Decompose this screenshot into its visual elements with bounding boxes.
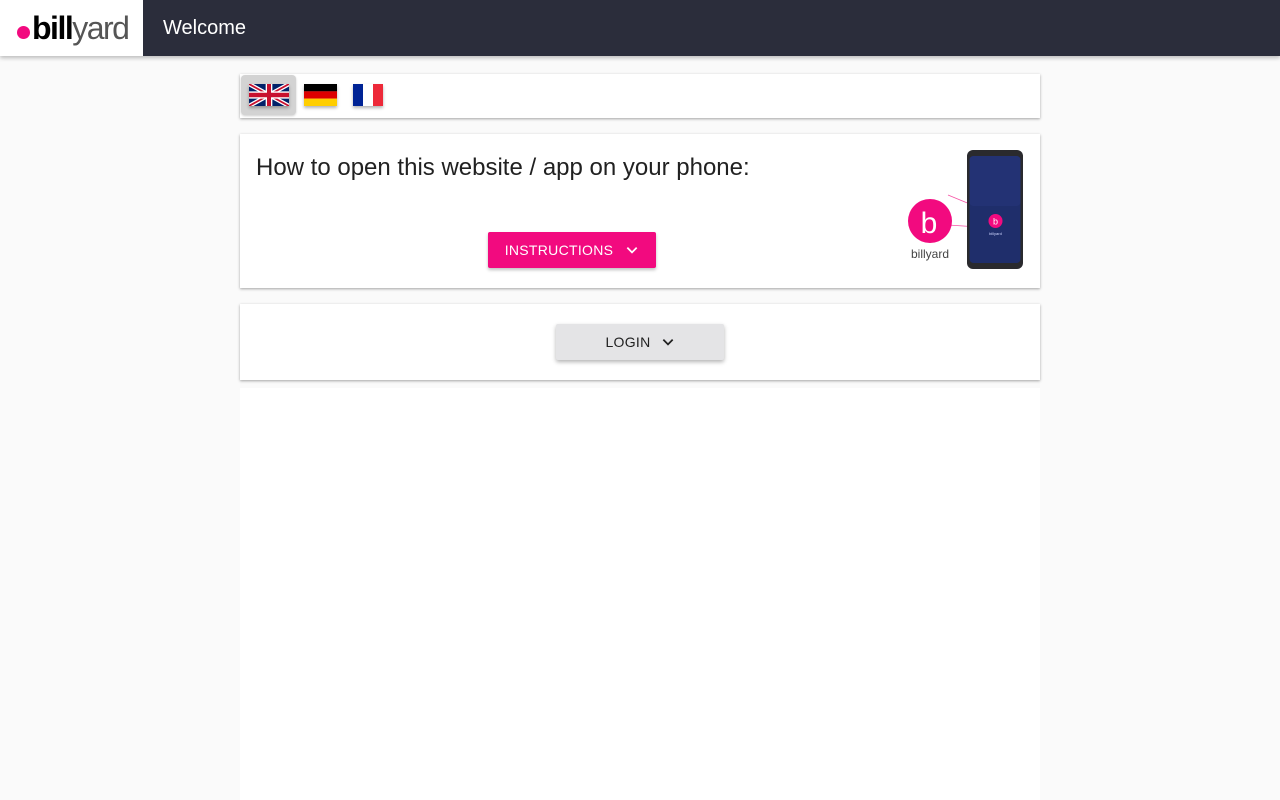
app-icon-label: billyard	[911, 247, 949, 261]
phone-app-illustration: b billyard b billyard	[908, 150, 1023, 269]
logo-wordmark: billyard	[32, 8, 130, 48]
logo-text-light: yard	[72, 10, 130, 46]
login-button[interactable]: LOGIN	[556, 324, 724, 360]
instructions-heading: How to open this website / app on your p…	[256, 154, 750, 181]
logo-text-bold: bill	[32, 10, 74, 46]
uk-flag-icon	[248, 84, 289, 106]
france-flag-icon	[352, 84, 383, 106]
login-card: LOGIN	[240, 304, 1040, 380]
language-button-german[interactable]	[299, 75, 342, 115]
language-selector-card	[240, 74, 1040, 118]
chevron-down-icon	[661, 335, 675, 349]
page-title: Welcome	[163, 17, 246, 39]
instructions-button[interactable]: INSTRUCTIONS	[488, 232, 656, 268]
logo-dot-icon	[17, 26, 30, 39]
top-app-bar: billyard Welcome	[0, 0, 1280, 56]
app-icon-letter: b	[921, 207, 938, 240]
instructions-card: How to open this website / app on your p…	[240, 134, 1040, 288]
germany-flag-icon	[304, 84, 337, 106]
chevron-down-icon	[625, 243, 639, 257]
billyard-logo[interactable]: billyard	[0, 0, 143, 56]
instructions-button-label: INSTRUCTIONS	[504, 242, 614, 258]
language-button-french[interactable]	[346, 75, 389, 115]
svg-text:b: b	[993, 217, 998, 227]
phone-app-label: billyard	[989, 231, 1002, 236]
login-button-label: LOGIN	[605, 334, 651, 350]
language-button-english[interactable]	[241, 75, 296, 115]
content-area	[240, 388, 1040, 800]
